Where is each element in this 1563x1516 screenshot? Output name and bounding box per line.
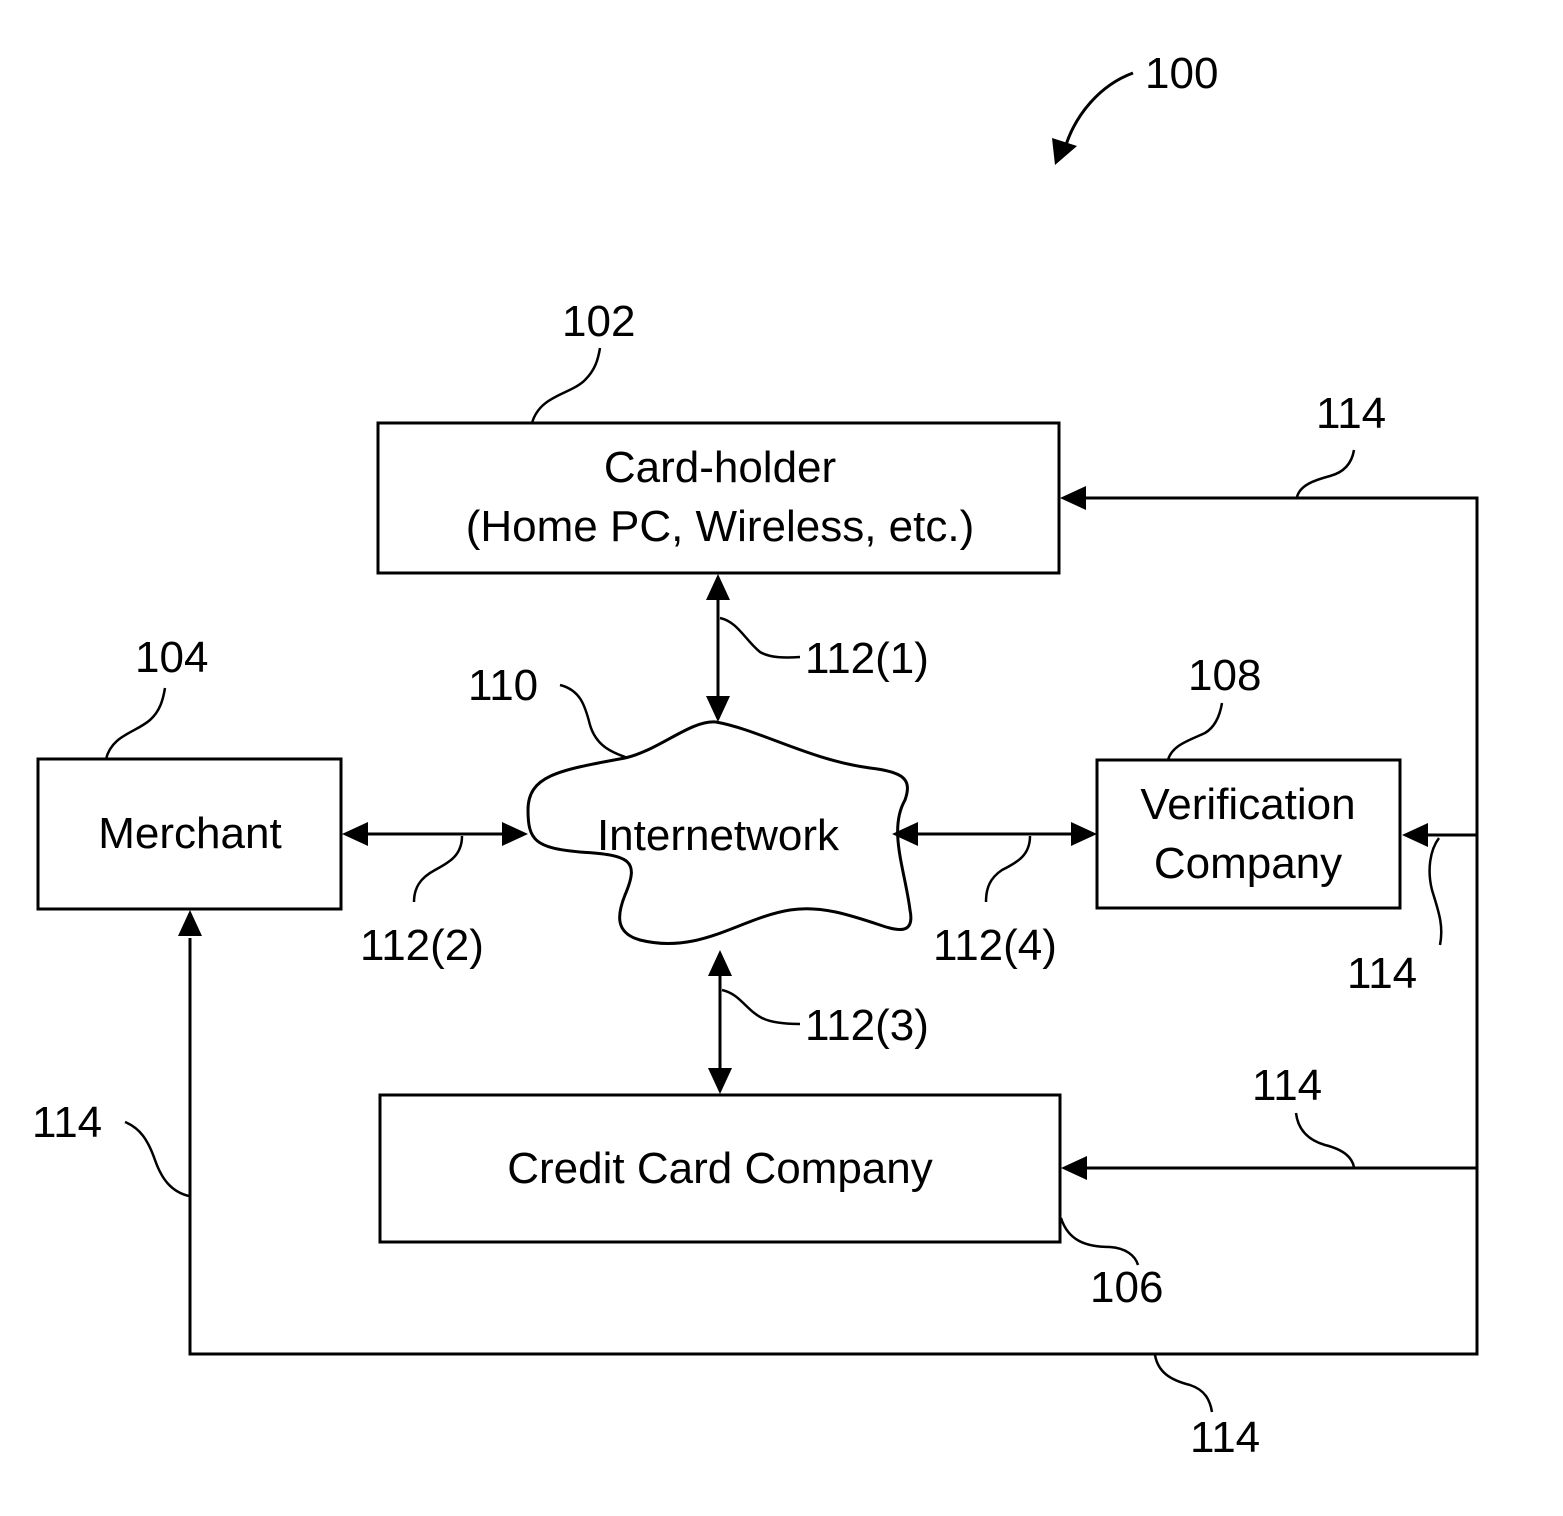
bus-114-credit-label: 114 [1252, 1061, 1322, 1110]
system-diagram: 100 Card-holder (Home PC, Wireless, etc.… [32, 49, 1479, 1462]
link-112-1-label: 112(1) [805, 634, 929, 683]
figure-ref-arrowhead-icon [1052, 138, 1077, 165]
link-112-3-arrowhead-up-icon [708, 950, 732, 976]
link-112-3-leader [721, 988, 801, 1026]
link-112-1-arrowhead-up-icon [706, 574, 730, 600]
link-112-2-label: 112(2) [360, 921, 484, 970]
bus-114-verification-leader [1428, 837, 1443, 946]
cardholder-ref-leader [530, 347, 602, 424]
merchant-ref-leader [104, 687, 167, 760]
verification-company-label: Verification [1140, 780, 1355, 829]
internetwork-ref: 110 [468, 661, 538, 710]
figure-ref-label: 100 [1145, 49, 1218, 98]
figure-ref-arrow-line [1063, 71, 1134, 149]
verification-company-ref: 108 [1188, 651, 1261, 700]
bus-114-merchant-label: 114 [32, 1098, 102, 1147]
bus-114-top-label: 114 [1316, 389, 1386, 438]
merchant-label: Merchant [98, 809, 281, 858]
verification-company-sublabel: Company [1154, 839, 1342, 888]
link-112-2-arrowhead-right-icon [502, 822, 528, 846]
link-112-3-arrowhead-down-icon [708, 1068, 732, 1094]
internetwork-ref-leader [559, 683, 629, 760]
link-112-1-arrowhead-down-icon [706, 696, 730, 722]
bus-114-bottom-leader [1153, 1354, 1214, 1413]
link-112-4-leader [984, 835, 1032, 903]
bus-114-credit-arrowhead-icon [1061, 1156, 1087, 1180]
cardholder-label: Card-holder [604, 443, 836, 492]
cardholder-ref: 102 [562, 297, 635, 346]
credit-card-company-label: Credit Card Company [507, 1144, 933, 1193]
link-112-4-label: 112(4) [933, 921, 1057, 970]
link-112-4-arrowhead-right-icon [1071, 822, 1097, 846]
bus-114-verification-label: 114 [1347, 949, 1417, 998]
bus-114-top-leader [1295, 449, 1356, 498]
bus-114-merchant-leader [124, 1120, 190, 1198]
merchant-ref: 104 [135, 633, 208, 682]
cardholder-sublabel: (Home PC, Wireless, etc.) [466, 502, 975, 551]
link-112-2-leader [412, 835, 464, 903]
credit-card-company-ref-leader [1059, 1217, 1140, 1266]
bus-114-credit-leader [1294, 1112, 1356, 1168]
link-112-1-leader [719, 616, 801, 659]
link-112-3-label: 112(3) [805, 1001, 929, 1050]
internetwork-label: Internetwork [597, 811, 840, 860]
bus-114-merchant-arrowhead-icon [178, 910, 202, 936]
bus-114-bottom-label: 114 [1190, 1413, 1260, 1462]
credit-card-company-ref: 106 [1090, 1263, 1163, 1312]
link-112-2-arrowhead-left-icon [342, 822, 368, 846]
bus-114-verification-arrowhead-icon [1402, 823, 1428, 847]
verification-company-ref-leader [1166, 702, 1224, 761]
bus-114-cardholder-arrowhead-icon [1060, 486, 1086, 510]
